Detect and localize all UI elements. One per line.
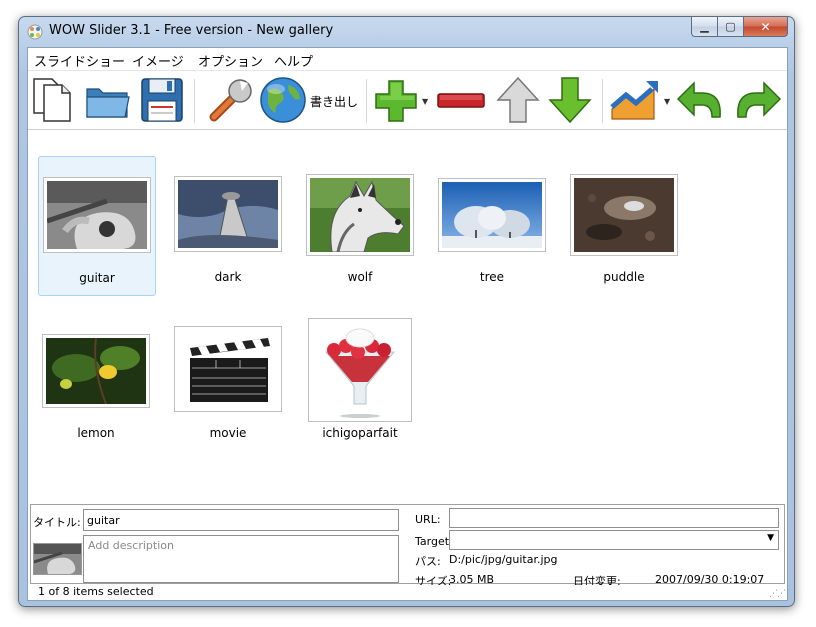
add-image-button[interactable] (372, 73, 420, 127)
app-icon (27, 24, 43, 40)
caption-buttons: ▁ ▢ ✕ (691, 17, 788, 37)
gallery-item-caption: wolf (347, 270, 373, 284)
move-up-button[interactable] (494, 73, 542, 127)
thumbnail (306, 174, 414, 256)
redo-button[interactable] (730, 73, 782, 127)
resize-grip-icon[interactable]: ⋰⋰ (769, 589, 786, 599)
undo-icon (676, 81, 721, 118)
chart-trend-icon (610, 81, 658, 120)
toolbar-separator (602, 79, 603, 123)
redo-icon (737, 81, 782, 118)
gallery-item-guitar[interactable]: guitar (38, 156, 156, 296)
wolf-photo (310, 178, 410, 252)
gallery-item-caption: guitar (79, 271, 115, 285)
move-down-button[interactable] (546, 73, 594, 127)
save-button[interactable] (136, 73, 188, 127)
thumbnail (174, 176, 282, 252)
plus-icon (375, 80, 417, 122)
thumbnail (438, 178, 546, 252)
minimize-button[interactable]: ▁ (691, 17, 718, 37)
toolbar-separator (366, 79, 367, 123)
gallery-item-caption: ichigoparfait (322, 426, 398, 440)
puddle-photo (574, 178, 674, 252)
open-button[interactable] (82, 73, 134, 127)
wrench-icon (209, 79, 252, 122)
arrow-up-icon (496, 76, 540, 123)
tree-photo (442, 182, 542, 248)
gallery-item-caption: lemon (77, 426, 115, 440)
chart-button[interactable] (608, 73, 662, 127)
thumbnail (570, 174, 678, 256)
title-input[interactable]: guitar (83, 509, 399, 531)
app-window: WOW Slider 3.1 - Free version - New gall… (18, 16, 795, 607)
toolbar: 書き出し ▼ ▼ (28, 71, 787, 130)
title-label: タイトル: (33, 516, 81, 529)
gallery-item-caption: movie (209, 426, 247, 440)
add-dropdown-arrow-icon[interactable]: ▼ (422, 97, 428, 106)
ichigoparfait-photo (312, 322, 408, 418)
menu-image[interactable]: イメージ (132, 51, 184, 70)
gallery-item-ichigoparfait[interactable]: ichigoparfait (302, 312, 418, 450)
gallery-item-lemon[interactable]: lemon (38, 312, 154, 450)
chevron-down-icon: ▼ (767, 533, 774, 543)
folder-icon (86, 88, 130, 118)
export-button[interactable] (258, 73, 310, 127)
dark-photo (178, 180, 278, 248)
gallery-item-dark[interactable]: dark (170, 156, 286, 294)
settings-button[interactable] (204, 73, 258, 127)
export-label[interactable]: 書き出し (310, 93, 358, 110)
movie-photo (178, 330, 278, 408)
window-title: WOW Slider 3.1 - Free version - New gall… (49, 23, 334, 38)
description-textarea[interactable]: Add description (83, 535, 399, 583)
close-icon: ✕ (760, 19, 771, 34)
thumbnail (43, 177, 151, 253)
thumbnail (308, 318, 412, 422)
gallery-item-puddle[interactable]: puddle (566, 156, 682, 294)
globe-icon (260, 77, 306, 123)
gallery-item-movie[interactable]: movie (170, 312, 286, 450)
thumbnail (42, 334, 150, 408)
gallery-item-caption: puddle (603, 270, 645, 284)
minimize-icon: ▁ (700, 20, 709, 33)
gallery-item-tree[interactable]: tree (434, 156, 550, 294)
lemon-photo (46, 338, 146, 404)
menu-slideshow[interactable]: スライドショー (34, 51, 125, 70)
target-label: Target (415, 535, 450, 548)
client-area: スライドショー イメージ オプション ヘルプ 書き出し ▼ ▼ guitar d… (27, 47, 788, 601)
toolbar-separator (194, 79, 195, 123)
target-select[interactable]: ▼ (449, 530, 779, 550)
save-disk-icon (141, 78, 183, 122)
menu-help[interactable]: ヘルプ (274, 51, 313, 70)
maximize-icon: ▢ (725, 20, 736, 33)
gallery-item-caption: tree (479, 270, 505, 284)
close-button[interactable]: ✕ (744, 17, 788, 37)
title-bar[interactable]: WOW Slider 3.1 - Free version - New gall… (19, 17, 794, 47)
new-document-icon (33, 78, 71, 122)
new-button[interactable] (30, 73, 80, 127)
menu-options[interactable]: オプション (198, 51, 263, 70)
maximize-button[interactable]: ▢ (718, 17, 744, 37)
guitar-photo (47, 181, 147, 249)
menu-bar: スライドショー イメージ オプション ヘルプ (28, 48, 787, 71)
image-gallery: guitar dark wolf tree puddle lemon movie… (28, 130, 787, 503)
url-input[interactable] (449, 508, 779, 528)
selected-image-preview (33, 543, 82, 575)
gallery-item-caption: dark (214, 270, 242, 284)
remove-image-button[interactable] (434, 73, 488, 127)
guitar-preview-photo (33, 544, 81, 574)
arrow-down-icon (548, 77, 592, 124)
chart-dropdown-arrow-icon[interactable]: ▼ (664, 97, 670, 106)
status-bar: 1 of 8 items selected ⋰⋰ (28, 585, 787, 600)
path-value: D:/pic/jpg/guitar.jpg (449, 553, 558, 566)
thumbnail (174, 326, 282, 412)
url-label: URL: (415, 513, 441, 526)
minus-icon (437, 93, 485, 108)
status-text: 1 of 8 items selected (38, 585, 154, 598)
properties-panel: タイトル: guitar Add description URL: Target… (30, 504, 785, 588)
path-label: パス: (415, 555, 441, 568)
undo-button[interactable] (676, 73, 728, 127)
gallery-item-wolf[interactable]: wolf (302, 156, 418, 294)
